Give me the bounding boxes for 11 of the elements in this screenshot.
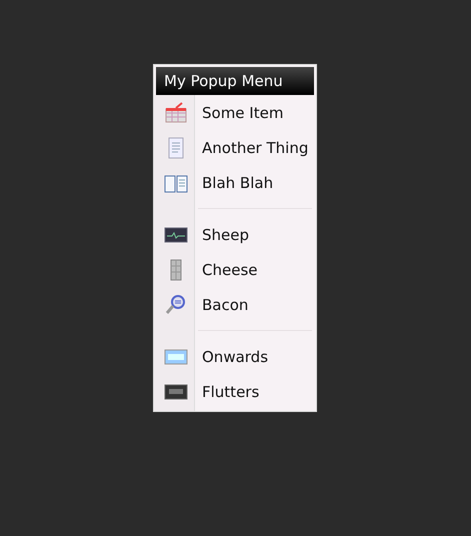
- menu-item[interactable]: Flutters: [154, 374, 316, 409]
- menu-title: My Popup Menu: [156, 67, 314, 95]
- menu-item[interactable]: Blah Blah: [154, 165, 316, 200]
- menu-item[interactable]: Some Item: [154, 95, 316, 130]
- menu-item[interactable]: Onwards: [154, 339, 316, 374]
- menu-item[interactable]: Another Thing: [154, 130, 316, 165]
- menu-item[interactable]: Sheep: [154, 217, 316, 252]
- menu-item[interactable]: Cheese: [154, 252, 316, 287]
- basket-icon: [164, 100, 188, 124]
- menu-item[interactable]: Bacon: [154, 287, 316, 322]
- search-icon: [164, 292, 188, 316]
